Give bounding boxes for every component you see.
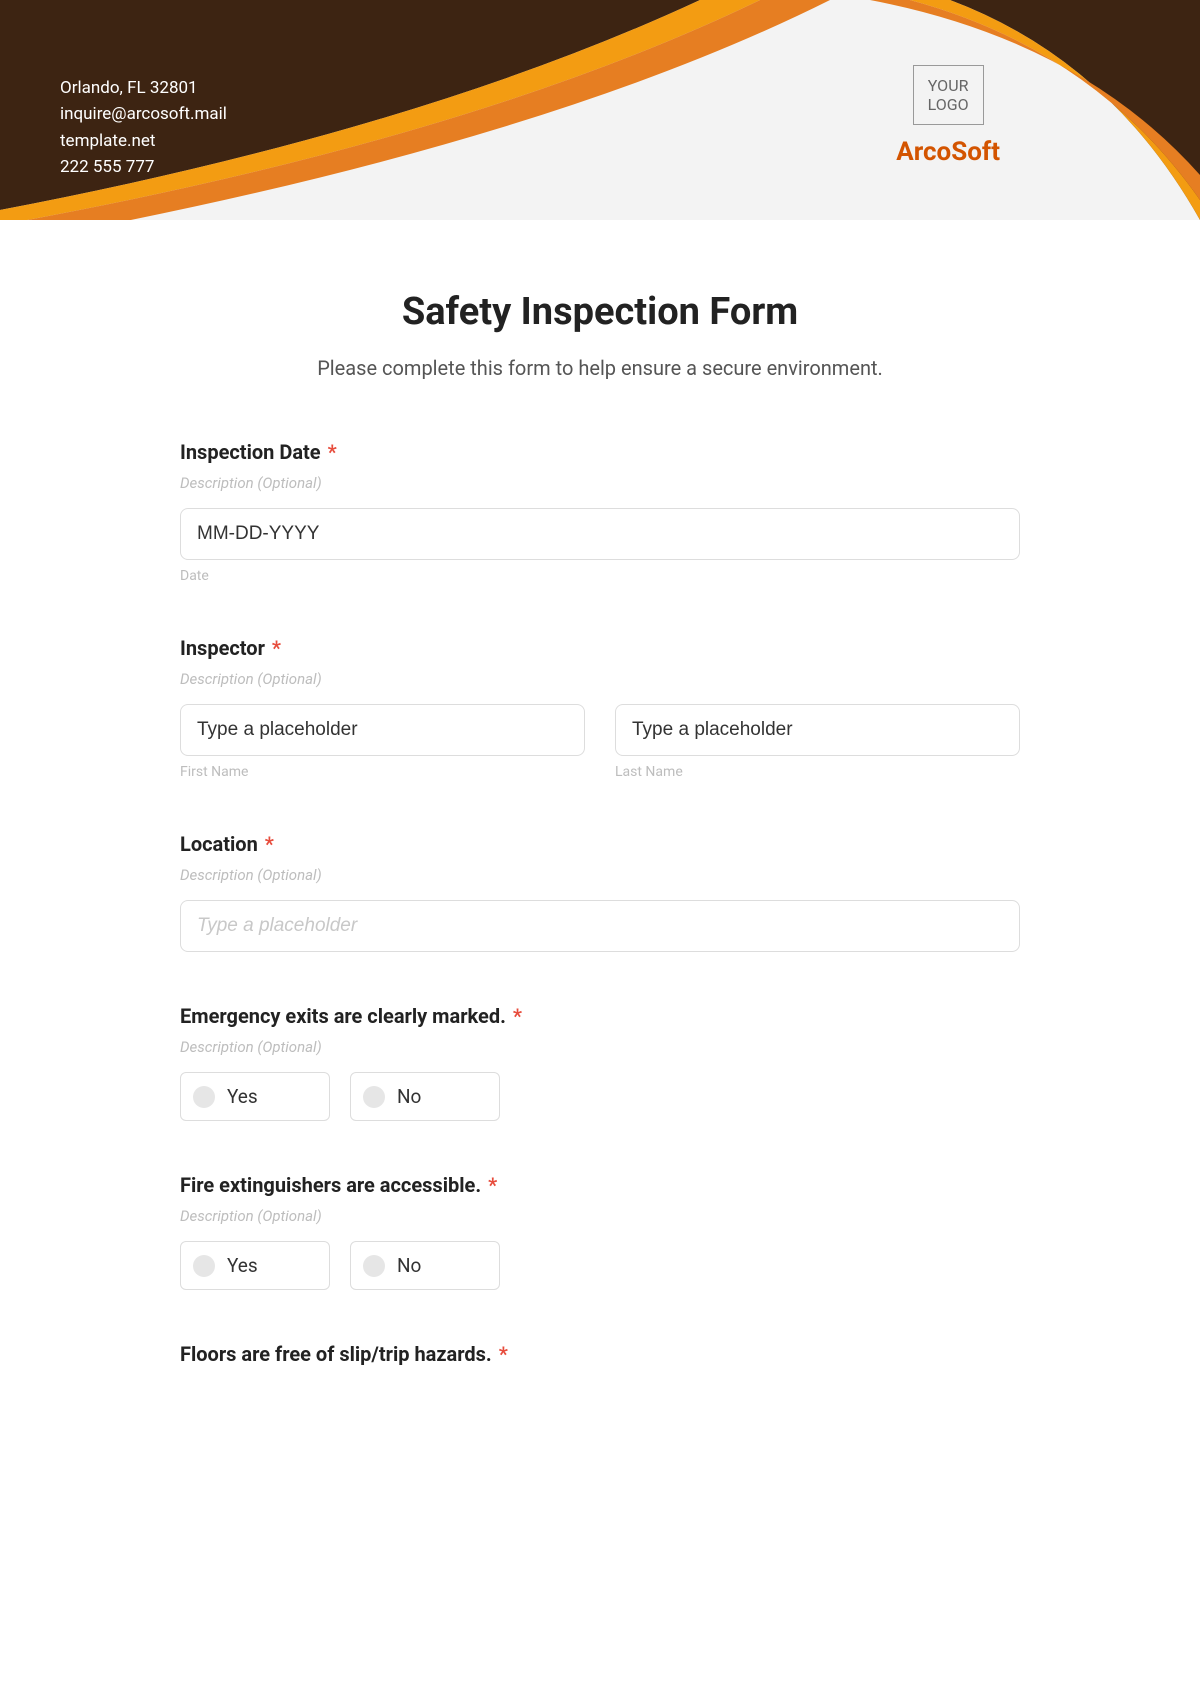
radio-fire-no[interactable]: No	[350, 1241, 500, 1290]
contact-website: template.net	[60, 128, 227, 154]
field-floor-hazards: Floors are free of slip/trip hazards. *	[180, 1342, 1020, 1366]
radio-icon	[193, 1086, 215, 1108]
field-inspection-date: Inspection Date * Description (Optional)…	[180, 440, 1020, 584]
radio-exits-yes[interactable]: Yes	[180, 1072, 330, 1121]
field-fire-extinguishers: Fire extinguishers are accessible. * Des…	[180, 1173, 1020, 1290]
input-location[interactable]	[180, 900, 1020, 952]
form-container: Safety Inspection Form Please complete t…	[120, 220, 1080, 1416]
desc-location: Description (Optional)	[180, 866, 1020, 884]
contact-address: Orlando, FL 32801	[60, 75, 227, 101]
label-location: Location *	[180, 832, 1020, 856]
required-mark: *	[265, 832, 274, 856]
radio-icon	[363, 1086, 385, 1108]
logo-placeholder: YOUR LOGO	[913, 65, 984, 125]
radio-icon	[363, 1255, 385, 1277]
input-inspection-date[interactable]	[180, 508, 1020, 560]
field-location: Location * Description (Optional)	[180, 832, 1020, 952]
required-mark: *	[328, 440, 337, 464]
desc-inspector: Description (Optional)	[180, 670, 1020, 688]
label-floor-hazards: Floors are free of slip/trip hazards. *	[180, 1342, 1020, 1366]
label-emergency-exits: Emergency exits are clearly marked. *	[180, 1004, 1020, 1028]
contact-phone: 222 555 777	[60, 154, 227, 180]
required-mark: *	[488, 1173, 497, 1197]
desc-emergency-exits: Description (Optional)	[180, 1038, 1020, 1056]
radio-exits-no[interactable]: No	[350, 1072, 500, 1121]
label-inspector: Inspector *	[180, 636, 1020, 660]
contact-email: inquire@arcosoft.mail	[60, 101, 227, 127]
input-first-name[interactable]	[180, 704, 585, 756]
required-mark: *	[513, 1004, 522, 1028]
brand-name: ArcoSoft	[896, 137, 1000, 167]
contact-block: Orlando, FL 32801 inquire@arcosoft.mail …	[60, 75, 227, 180]
field-inspector: Inspector * Description (Optional) First…	[180, 636, 1020, 780]
radio-fire-yes[interactable]: Yes	[180, 1241, 330, 1290]
input-last-name[interactable]	[615, 704, 1020, 756]
brand-block: YOUR LOGO ArcoSoft	[896, 65, 1000, 167]
radio-icon	[193, 1255, 215, 1277]
sublabel-last-name: Last Name	[615, 764, 1020, 780]
desc-inspection-date: Description (Optional)	[180, 474, 1020, 492]
required-mark: *	[272, 636, 281, 660]
form-title: Safety Inspection Form	[180, 290, 1020, 334]
desc-fire-extinguishers: Description (Optional)	[180, 1207, 1020, 1225]
header-banner: Orlando, FL 32801 inquire@arcosoft.mail …	[0, 0, 1200, 220]
label-fire-extinguishers: Fire extinguishers are accessible. *	[180, 1173, 1020, 1197]
form-subtitle: Please complete this form to help ensure…	[180, 356, 1020, 380]
field-emergency-exits: Emergency exits are clearly marked. * De…	[180, 1004, 1020, 1121]
label-inspection-date: Inspection Date *	[180, 440, 1020, 464]
sublabel-date: Date	[180, 568, 1020, 584]
sublabel-first-name: First Name	[180, 764, 585, 780]
required-mark: *	[499, 1342, 508, 1366]
